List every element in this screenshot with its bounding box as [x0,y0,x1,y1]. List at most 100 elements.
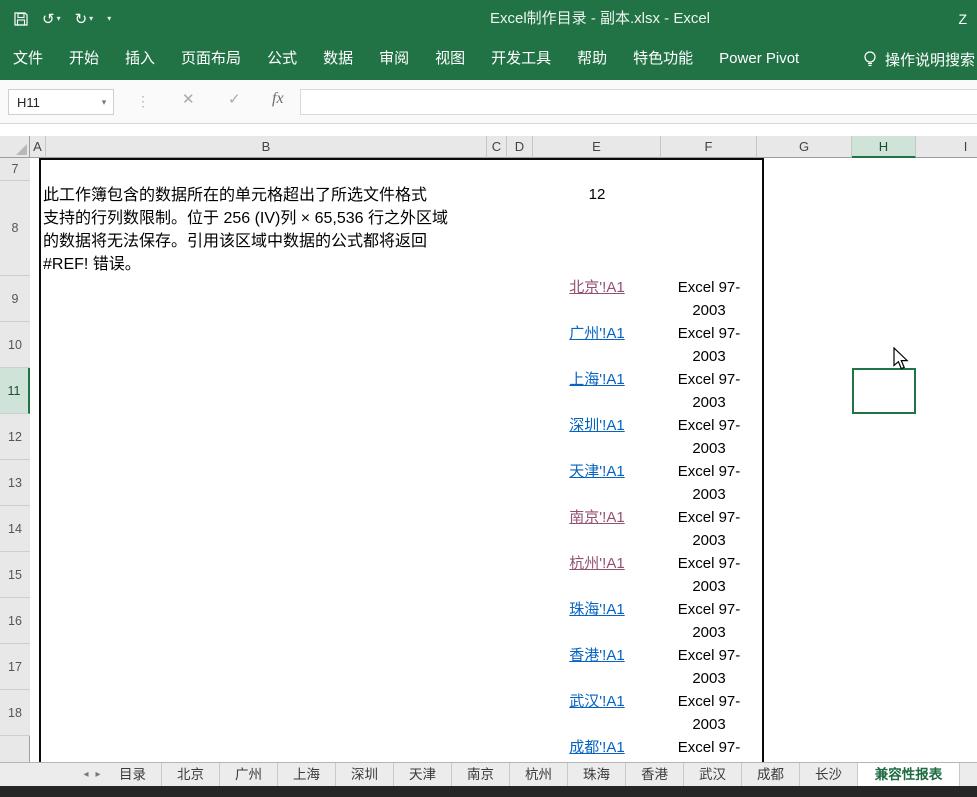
redo-button[interactable]: ↻▾ [75,12,94,27]
sheet-link-nanjing[interactable]: 南京'!A1 [533,506,661,529]
customize-qat-button[interactable]: ▾ [107,15,111,23]
format-cell-hangzhou: Excel 97-2003 [664,552,754,598]
warning-line-1: 此工作簿包含的数据所在的单元格超出了所选文件格式 [43,184,487,207]
ribbon-tab-file[interactable]: 文件 [0,38,56,80]
formula-input[interactable] [300,89,977,115]
name-box-dropdown-icon[interactable]: ▾ [95,97,113,108]
warning-line-4: #REF! 错误。 [43,253,487,276]
occurrence-count-cell: 12 [533,184,661,206]
sheet-tab-chengdu[interactable]: 成都 [742,763,800,786]
sheet-link-hangzhou[interactable]: 杭州'!A1 [533,552,661,575]
column-header-h[interactable]: H [852,136,916,158]
row-header-7[interactable]: 7 [0,158,30,181]
ribbon-tab-review[interactable]: 审阅 [366,38,422,80]
sheet-tab-hongkong[interactable]: 香港 [626,763,684,786]
redo-icon: ↻ [75,12,88,27]
sheet-tab-wuhan[interactable]: 武汉 [684,763,742,786]
redo-dropdown-icon[interactable]: ▾ [89,15,93,23]
row-header-14[interactable]: 14 [0,506,30,552]
sheet-link-chengdu[interactable]: 成都'!A1 [533,736,661,759]
warning-line-2: 支持的行列数限制。位于 256 (IV)列 × 65,536 行之外区域 [43,207,487,230]
sheet-link-shanghai[interactable]: 上海'!A1 [533,368,661,391]
sheet-nav-left-icon[interactable]: ◂ [80,763,92,786]
name-box[interactable]: H11 ▾ [8,89,114,115]
select-all-triangle-icon [16,144,27,155]
lightbulb-icon [862,50,878,68]
sheet-tab-changsha[interactable]: 长沙 [800,763,858,786]
sheet-tab-shenzhen[interactable]: 深圳 [336,763,394,786]
ribbon-tab-page-layout[interactable]: 页面布局 [168,38,254,80]
column-header-d[interactable]: D [507,136,533,158]
sheet-link-zhuhai[interactable]: 珠海'!A1 [533,598,661,621]
cancel-button[interactable]: ✕ [182,90,195,108]
column-header-f[interactable]: F [661,136,757,158]
column-header-a[interactable]: A [30,136,46,158]
sheet-tab-guangzhou[interactable]: 广州 [220,763,278,786]
row-header-11[interactable]: 11 [0,368,30,414]
sheet-tab-zhuhai[interactable]: 珠海 [568,763,626,786]
tell-me-label: 操作说明搜索 [885,49,975,70]
sheet-tab-catalog[interactable]: 目录 [104,763,162,786]
save-icon [14,12,28,26]
format-cell-nanjing: Excel 97-2003 [664,506,754,552]
sheet-nav-right-icon[interactable]: ▸ [92,763,104,786]
row-header-15[interactable]: 15 [0,552,30,598]
format-cell-hongkong: Excel 97-2003 [664,644,754,690]
format-cell-guangzhou: Excel 97-2003 [664,322,754,368]
sheet-link-hongkong[interactable]: 香港'!A1 [533,644,661,667]
row-header-12[interactable]: 12 [0,414,30,460]
row-header-16[interactable]: 16 [0,598,30,644]
sheet-tab-beijing[interactable]: 北京 [162,763,220,786]
insert-function-button[interactable]: fx [272,90,284,108]
undo-button[interactable]: ↺▾ [42,12,61,27]
quick-access-toolbar: ↺▾ ↻▾ ▾ [14,0,111,38]
customize-qat-icon: ▾ [107,15,111,23]
ribbon-tab-data[interactable]: 数据 [310,38,366,80]
column-header-i[interactable]: I [916,136,977,158]
column-header-b[interactable]: B [46,136,487,158]
row-header-13[interactable]: 13 [0,460,30,506]
formula-bar-separator: ⋮ [136,93,150,110]
row-header-10[interactable]: 10 [0,322,30,368]
excel-window: ↺▾ ↻▾ ▾ Excel制作目录 - 副本.xlsx - Excel Z 文件… [0,0,977,797]
ribbon-tab-help[interactable]: 帮助 [564,38,620,80]
format-cell-shenzhen: Excel 97-2003 [664,414,754,460]
column-header-c[interactable]: C [487,136,507,158]
ribbon-tab-developer[interactable]: 开发工具 [478,38,564,80]
ribbon-tab-home[interactable]: 开始 [56,38,112,80]
sheet-tab-shanghai[interactable]: 上海 [278,763,336,786]
save-button[interactable] [14,12,28,26]
sheet-tab-nanjing[interactable]: 南京 [452,763,510,786]
enter-button[interactable]: ✓ [228,90,241,108]
ribbon-tab-insert[interactable]: 插入 [112,38,168,80]
sheet-link-wuhan[interactable]: 武汉'!A1 [533,690,661,713]
format-cell-chengdu: Excel 97-2003 [664,736,754,762]
name-box-value: H11 [9,95,95,110]
worksheet-grid[interactable]: ABCDEFGHI 789101112131415161718 此工作簿包含的数… [0,124,977,762]
sheet-link-beijing[interactable]: 北京'!A1 [533,276,661,299]
sheet-link-tianjin[interactable]: 天津'!A1 [533,460,661,483]
undo-dropdown-icon[interactable]: ▾ [57,15,61,23]
tell-me-button[interactable]: 操作说明搜索 [862,38,977,80]
formula-bar: H11 ▾ ⋮ ✕ ✓ fx [0,80,977,124]
account-initial[interactable]: Z [958,0,967,38]
format-cell-wuhan: Excel 97-2003 [664,690,754,736]
column-header-e[interactable]: E [533,136,661,158]
sheet-link-shenzhen[interactable]: 深圳'!A1 [533,414,661,437]
ribbon-tab-view[interactable]: 视图 [422,38,478,80]
column-header-g[interactable]: G [757,136,852,158]
select-all-corner[interactable] [0,136,30,158]
tab-bar-spacer [0,763,80,786]
format-cell-beijing: Excel 97-2003 [664,276,754,322]
row-header-8[interactable]: 8 [0,181,30,276]
sheet-tab-hangzhou[interactable]: 杭州 [510,763,568,786]
sheet-tab-compatibility-report[interactable]: 兼容性报表 [858,763,960,786]
sheet-tab-tianjin[interactable]: 天津 [394,763,452,786]
row-header-9[interactable]: 9 [0,276,30,322]
row-header-18[interactable]: 18 [0,690,30,736]
sheet-link-guangzhou[interactable]: 广州'!A1 [533,322,661,345]
ribbon-tab-formulas[interactable]: 公式 [254,38,310,80]
ribbon-tab-special-features[interactable]: 特色功能 [620,38,706,80]
ribbon-tab-power-pivot[interactable]: Power Pivot [706,38,812,80]
row-header-17[interactable]: 17 [0,644,30,690]
